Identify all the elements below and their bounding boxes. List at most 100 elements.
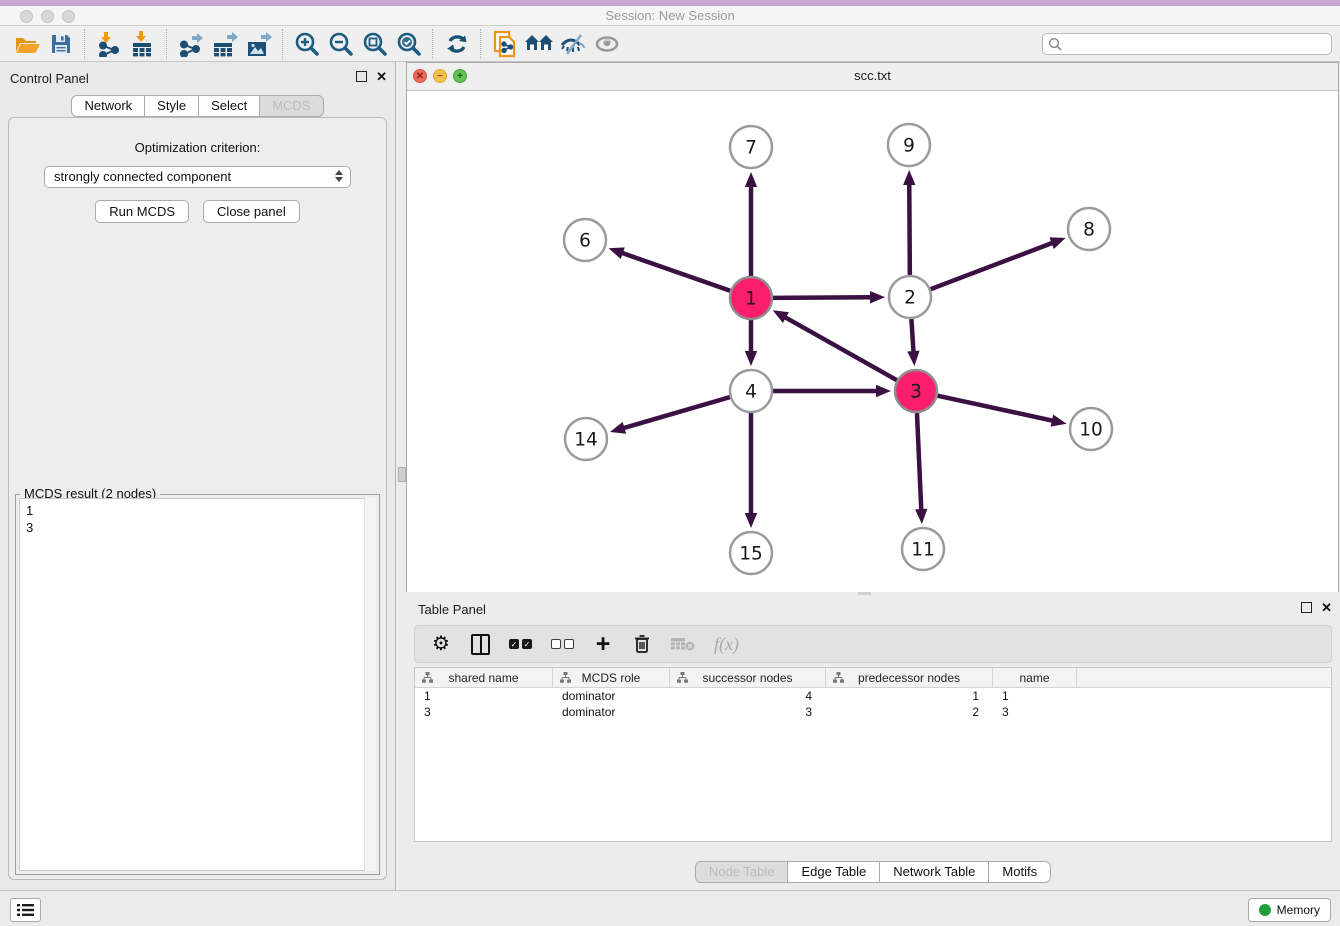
table-options-gear-icon[interactable]: ⚙: [431, 632, 451, 656]
first-neighbors-button[interactable]: [522, 29, 556, 59]
graph-node-15[interactable]: 15: [730, 532, 772, 574]
edge-1-6[interactable]: [621, 253, 730, 291]
zoom-in-icon: [294, 31, 320, 57]
show-display-button-disabled[interactable]: [590, 29, 624, 59]
open-session-button[interactable]: [10, 29, 44, 59]
edge-2-9[interactable]: [909, 183, 910, 275]
node-label: 8: [1083, 220, 1095, 241]
cell-shared-name[interactable]: 1: [415, 688, 553, 704]
graph-node-10[interactable]: 10: [1070, 408, 1112, 450]
close-panel-button[interactable]: Close panel: [203, 200, 300, 223]
task-history-button[interactable]: [10, 898, 41, 922]
tab-network-table[interactable]: Network Table: [879, 861, 989, 883]
tab-motifs[interactable]: Motifs: [988, 861, 1051, 883]
column-header-predecessor-nodes[interactable]: predecessor nodes: [826, 668, 993, 687]
close-panel-icon[interactable]: ✕: [1321, 603, 1332, 612]
edge-3-10[interactable]: [937, 396, 1053, 421]
cell-name[interactable]: 1: [993, 688, 1077, 704]
delete-column-icon[interactable]: [632, 632, 652, 656]
mcds-result-text[interactable]: 13: [19, 498, 376, 871]
cell-successor-nodes[interactable]: 4: [670, 688, 826, 704]
close-panel-icon[interactable]: ✕: [376, 72, 387, 81]
column-header-name[interactable]: name: [993, 668, 1077, 687]
run-mcds-button[interactable]: Run MCDS: [95, 200, 189, 223]
export-network-button[interactable]: [174, 29, 208, 59]
tab-style[interactable]: Style: [144, 95, 199, 117]
cell-predecessor-nodes[interactable]: 2: [826, 704, 993, 720]
optimization-criterion-dropdown[interactable]: strongly connected component: [44, 166, 351, 188]
result-line: 1: [26, 502, 369, 519]
network-view-title: scc.txt: [407, 68, 1338, 83]
column-header-shared-name[interactable]: shared name: [415, 668, 553, 687]
splitter-grip[interactable]: [398, 467, 406, 482]
delete-table-icon-disabled[interactable]: [671, 632, 695, 656]
export-table-button[interactable]: [208, 29, 242, 59]
edge-4-14[interactable]: [622, 397, 729, 428]
graph-node-4[interactable]: 4: [730, 370, 772, 412]
result-scrollbar[interactable]: [364, 498, 376, 871]
graph-node-11[interactable]: 11: [902, 528, 944, 570]
graph-node-2[interactable]: 2: [889, 276, 931, 318]
tab-select[interactable]: Select: [198, 95, 260, 117]
vertical-splitter[interactable]: [396, 62, 406, 890]
zoom-in-button[interactable]: [290, 29, 324, 59]
tab-edge-table[interactable]: Edge Table: [787, 861, 880, 883]
zoom-selected-button[interactable]: [392, 29, 426, 59]
edge-2-3[interactable]: [911, 319, 913, 353]
edge-3-1[interactable]: [784, 317, 897, 381]
save-session-button[interactable]: [44, 29, 78, 59]
column-header-MCDS-role[interactable]: MCDS role: [553, 668, 670, 687]
node-table[interactable]: shared nameMCDS rolesuccessor nodesprede…: [414, 667, 1332, 842]
memory-button[interactable]: Memory: [1248, 898, 1331, 922]
table-row[interactable]: 3dominator323: [415, 704, 1331, 720]
hide-display-button[interactable]: [556, 29, 590, 59]
edge-3-11[interactable]: [917, 413, 921, 511]
toolbar-separator: [282, 29, 284, 59]
float-panel-icon[interactable]: [1301, 602, 1312, 613]
toolbar-separator: [432, 29, 434, 59]
refresh-button[interactable]: [440, 29, 474, 59]
export-image-button[interactable]: [242, 29, 276, 59]
network-graph[interactable]: 7 9 6 8 1 2 4 3 14 10 15 11: [407, 91, 1338, 592]
table-row[interactable]: 1dominator411: [415, 688, 1331, 704]
cell-name[interactable]: 3: [993, 704, 1077, 720]
edge-2-8[interactable]: [931, 242, 1054, 289]
clone-network-button[interactable]: [488, 29, 522, 59]
import-network-button[interactable]: [92, 29, 126, 59]
add-column-icon[interactable]: +: [593, 632, 613, 656]
show-column-panel-icon[interactable]: [470, 632, 490, 656]
select-all-columns-icon[interactable]: ✓✓: [509, 632, 532, 656]
graph-node-7[interactable]: 7: [730, 126, 772, 168]
tab-mcds[interactable]: MCDS: [259, 95, 323, 117]
export-network-icon: [178, 31, 204, 57]
function-builder-icon-disabled[interactable]: f(x): [714, 632, 739, 656]
zoom-fit-content-button[interactable]: [358, 29, 392, 59]
graph-node-3[interactable]: 3: [895, 370, 937, 412]
node-label: 10: [1079, 420, 1103, 441]
edge-1-2[interactable]: [773, 297, 872, 298]
graph-node-8[interactable]: 8: [1068, 208, 1110, 250]
search-container: [1042, 33, 1332, 55]
graph-node-9[interactable]: 9: [888, 124, 930, 166]
float-panel-icon[interactable]: [356, 71, 367, 82]
import-table-button[interactable]: [126, 29, 160, 59]
tab-network[interactable]: Network: [71, 95, 145, 117]
network-canvas[interactable]: 7 9 6 8 1 2 4 3 14 10 15 11: [407, 91, 1338, 592]
table-header-row[interactable]: shared nameMCDS rolesuccessor nodesprede…: [415, 668, 1331, 688]
tab-node-table[interactable]: Node Table: [695, 861, 789, 883]
cell-predecessor-nodes[interactable]: 1: [826, 688, 993, 704]
unselect-all-columns-icon[interactable]: [551, 632, 574, 656]
column-header-successor-nodes[interactable]: successor nodes: [670, 668, 826, 687]
cell-MCDS-role[interactable]: dominator: [553, 704, 670, 720]
graph-node-6[interactable]: 6: [564, 219, 606, 261]
graph-node-14[interactable]: 14: [565, 418, 607, 460]
zoom-out-button[interactable]: [324, 29, 358, 59]
edge-arrowhead: [745, 351, 757, 366]
open-folder-icon: [14, 32, 41, 56]
graph-node-1[interactable]: 1: [730, 277, 772, 319]
cell-MCDS-role[interactable]: dominator: [553, 688, 670, 704]
cell-shared-name[interactable]: 3: [415, 704, 553, 720]
cell-successor-nodes[interactable]: 3: [670, 704, 826, 720]
search-input[interactable]: [1042, 33, 1332, 55]
table-body[interactable]: 1dominator4113dominator323: [415, 688, 1331, 720]
